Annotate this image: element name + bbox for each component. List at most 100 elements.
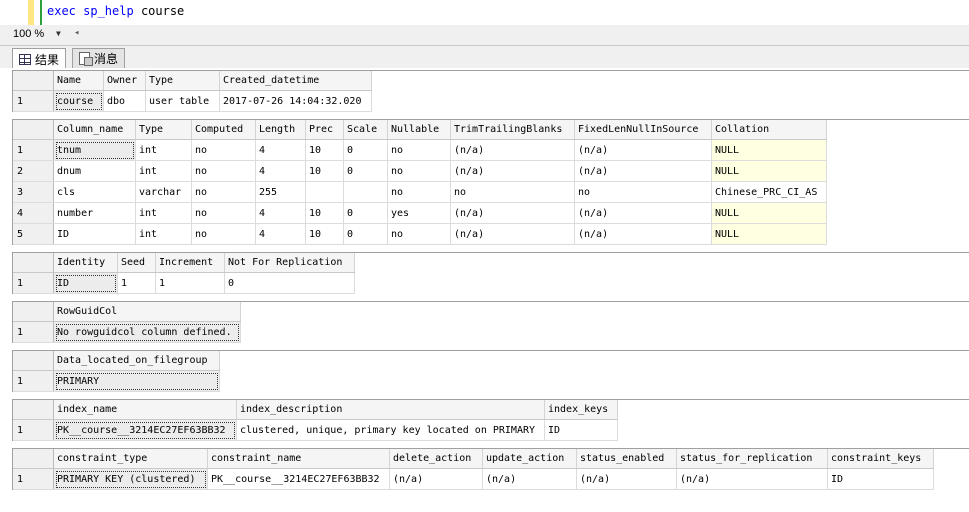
column-header[interactable]: Increment: [155, 253, 225, 273]
column-header[interactable]: constraint_keys: [827, 449, 934, 469]
grid-cell[interactable]: user table: [145, 90, 220, 112]
grid-cell[interactable]: ID: [827, 468, 934, 490]
column-header[interactable]: Seed: [117, 253, 156, 273]
row-number[interactable]: 2: [13, 160, 54, 182]
row-number[interactable]: 1: [13, 139, 54, 161]
grid-cell[interactable]: NULL: [711, 223, 827, 245]
grid-cell[interactable]: 4: [255, 223, 306, 245]
grid-cell[interactable]: 4: [255, 202, 306, 224]
row-number[interactable]: 5: [13, 223, 54, 245]
row-number[interactable]: 1: [13, 468, 54, 490]
row-header-corner[interactable]: [13, 351, 54, 371]
row-number[interactable]: 4: [13, 202, 54, 224]
grid-cell[interactable]: number: [53, 202, 136, 224]
grid-cell[interactable]: no: [387, 181, 451, 203]
grid-cell[interactable]: 0: [343, 223, 388, 245]
row-header-corner[interactable]: [13, 253, 54, 273]
grid-cell[interactable]: ID: [53, 272, 118, 294]
grid-cell[interactable]: (n/a): [482, 468, 577, 490]
grid-cell[interactable]: no: [574, 181, 712, 203]
column-header[interactable]: Nullable: [387, 120, 451, 140]
grid-cell[interactable]: 1: [155, 272, 225, 294]
column-header[interactable]: Computed: [191, 120, 256, 140]
grid-cell[interactable]: int: [135, 160, 192, 182]
column-header[interactable]: status_enabled: [576, 449, 677, 469]
query-text[interactable]: exec sp_help course: [47, 4, 184, 18]
row-header-corner[interactable]: [13, 400, 54, 420]
grid-cell[interactable]: no: [191, 139, 256, 161]
grid-cell[interactable]: NULL: [711, 202, 827, 224]
grid-cell[interactable]: (n/a): [574, 139, 712, 161]
column-header[interactable]: Data_located_on_filegroup: [53, 351, 220, 371]
grid-cell[interactable]: no: [387, 139, 451, 161]
column-header[interactable]: Type: [145, 71, 220, 91]
row-header-corner[interactable]: [13, 449, 54, 469]
grid-cell[interactable]: ID: [544, 419, 618, 441]
column-header[interactable]: Identity: [53, 253, 118, 273]
grid-cell[interactable]: PK__course__3214EC27EF63BB32: [207, 468, 390, 490]
row-header-corner[interactable]: [13, 71, 54, 91]
grid-cell[interactable]: PRIMARY KEY (clustered): [53, 468, 208, 490]
column-header[interactable]: Created_datetime: [219, 71, 372, 91]
column-header[interactable]: FixedLenNullInSource: [574, 120, 712, 140]
column-header[interactable]: Length: [255, 120, 306, 140]
tab-results[interactable]: 结果: [12, 48, 67, 69]
grid-cell[interactable]: (n/a): [450, 139, 575, 161]
grid-cell[interactable]: 2017-07-26 14:04:32.020: [219, 90, 372, 112]
grid-cell[interactable]: NULL: [711, 139, 827, 161]
grid-cell[interactable]: 0: [343, 202, 388, 224]
column-header[interactable]: index_keys: [544, 400, 618, 420]
grid-cell[interactable]: Chinese_PRC_CI_AS: [711, 181, 827, 203]
grid-cell[interactable]: 4: [255, 139, 306, 161]
grid-cell[interactable]: no: [191, 181, 256, 203]
grid-cell[interactable]: (n/a): [676, 468, 828, 490]
grid-cell[interactable]: [343, 181, 388, 203]
row-header-corner[interactable]: [13, 302, 54, 322]
grid-cell[interactable]: 255: [255, 181, 306, 203]
grid-cell[interactable]: course: [53, 90, 104, 112]
column-header[interactable]: Column_name: [53, 120, 136, 140]
row-number[interactable]: 1: [13, 370, 54, 392]
query-editor[interactable]: exec sp_help course: [0, 0, 969, 25]
grid-cell[interactable]: tnum: [53, 139, 136, 161]
grid-cell[interactable]: (n/a): [450, 202, 575, 224]
column-header[interactable]: delete_action: [389, 449, 483, 469]
grid-cell[interactable]: (n/a): [450, 223, 575, 245]
row-number[interactable]: 1: [13, 419, 54, 441]
column-header[interactable]: Owner: [103, 71, 146, 91]
grid-cell[interactable]: dnum: [53, 160, 136, 182]
grid-cell[interactable]: yes: [387, 202, 451, 224]
grid-cell[interactable]: 0: [224, 272, 355, 294]
grid-cell[interactable]: (n/a): [574, 202, 712, 224]
grid-cell[interactable]: 10: [305, 202, 344, 224]
grid-cell[interactable]: no: [191, 202, 256, 224]
grid-cell[interactable]: NULL: [711, 160, 827, 182]
grid-cell[interactable]: 4: [255, 160, 306, 182]
grid-cell[interactable]: (n/a): [389, 468, 483, 490]
column-header[interactable]: index_description: [236, 400, 545, 420]
grid-cell[interactable]: varchar: [135, 181, 192, 203]
row-number[interactable]: 3: [13, 181, 54, 203]
column-header[interactable]: constraint_name: [207, 449, 390, 469]
column-header[interactable]: constraint_type: [53, 449, 208, 469]
grid-cell[interactable]: 0: [343, 160, 388, 182]
column-header[interactable]: Type: [135, 120, 192, 140]
column-header[interactable]: Scale: [343, 120, 388, 140]
tab-messages[interactable]: 消息: [72, 48, 126, 68]
column-header[interactable]: status_for_replication: [676, 449, 828, 469]
grid-cell[interactable]: 10: [305, 160, 344, 182]
grid-cell[interactable]: No rowguidcol column defined.: [53, 321, 241, 343]
column-header[interactable]: Collation: [711, 120, 827, 140]
grid-cell[interactable]: 0: [343, 139, 388, 161]
grid-cell[interactable]: (n/a): [574, 223, 712, 245]
grid-cell[interactable]: dbo: [103, 90, 146, 112]
column-header[interactable]: RowGuidCol: [53, 302, 241, 322]
column-header[interactable]: index_name: [53, 400, 237, 420]
grid-cell[interactable]: int: [135, 202, 192, 224]
grid-cell[interactable]: PK__course__3214EC27EF63BB32: [53, 419, 237, 441]
grid-cell[interactable]: no: [387, 160, 451, 182]
scroll-left-icon[interactable]: ◂: [74, 28, 79, 38]
zoom-level[interactable]: 100 %: [13, 28, 44, 40]
grid-cell[interactable]: no: [387, 223, 451, 245]
column-header[interactable]: TrimTrailingBlanks: [450, 120, 575, 140]
